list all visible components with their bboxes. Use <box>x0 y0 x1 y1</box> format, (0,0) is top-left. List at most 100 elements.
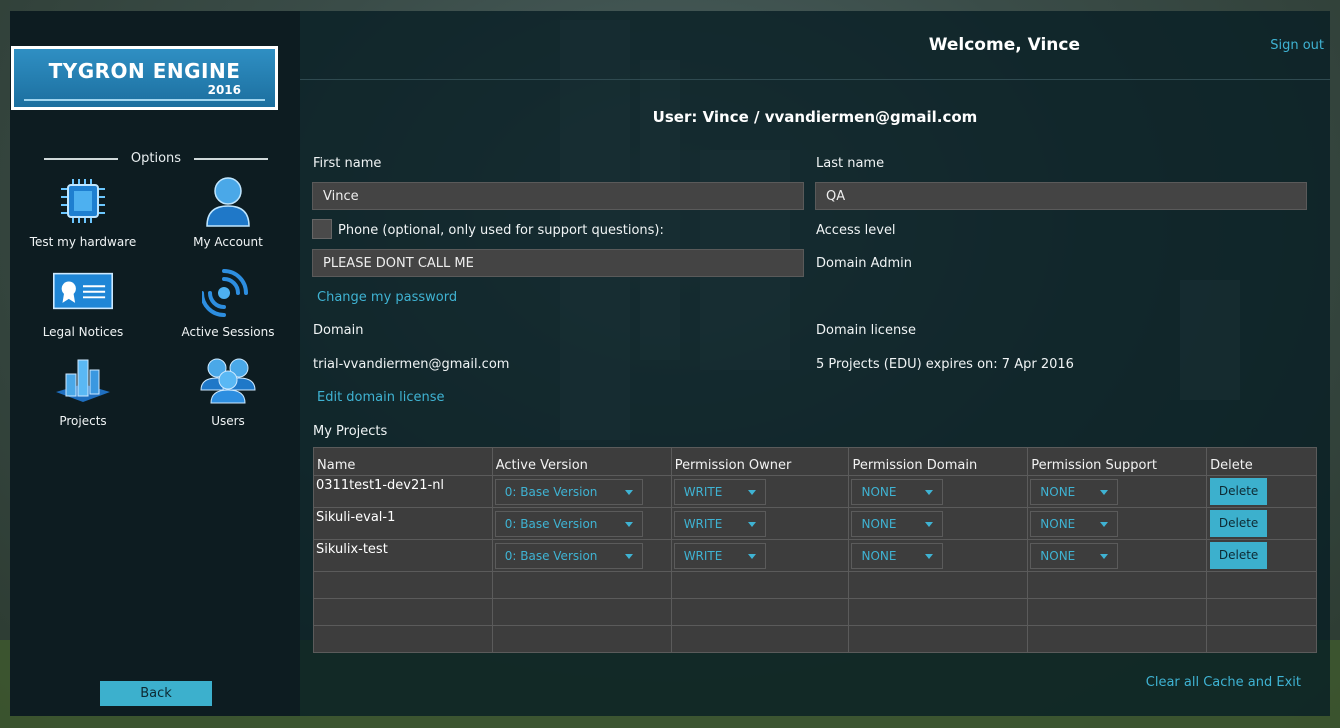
delete-button[interactable]: Delete <box>1210 478 1268 505</box>
welcome-title: Welcome, Vince <box>928 35 1080 55</box>
column-header[interactable]: Permission Owner <box>670 447 850 476</box>
table-row: Sikulix-test 0: Base Version WRITE NONE … <box>313 539 1317 572</box>
option-label: Legal Notices <box>42 325 124 339</box>
select-value: NONE <box>1040 517 1076 531</box>
option-label: Users <box>211 414 245 428</box>
domain-label: Domain <box>313 323 364 338</box>
active-version-select[interactable]: 0: Base Version <box>494 543 643 569</box>
select-value: NONE <box>861 549 897 563</box>
domain-license-label: Domain license <box>816 323 916 338</box>
permission-domain-select[interactable]: NONE <box>851 511 944 537</box>
phone-checkbox[interactable] <box>312 219 332 239</box>
domain-license-value: 5 Projects (EDU) expires on: 7 Apr 2016 <box>816 357 1074 372</box>
empty-row <box>313 571 1317 599</box>
option-my-account[interactable]: My Account <box>158 175 298 249</box>
project-name: Sikulix-test <box>313 539 493 572</box>
option-legal-notices[interactable]: Legal Notices <box>13 265 153 339</box>
project-name: 0311test1-dev21-nl <box>313 475 493 508</box>
phone-label: Phone (optional, only used for support q… <box>338 223 664 238</box>
permission-support-select[interactable]: NONE <box>1030 511 1119 537</box>
change-password-link[interactable]: Change my password <box>317 290 457 305</box>
column-header[interactable]: Name <box>313 447 493 476</box>
option-label: Test my hardware <box>29 235 137 249</box>
access-level-value: Domain Admin <box>816 256 913 271</box>
user-icon <box>198 175 258 227</box>
select-value: NONE <box>1040 549 1076 563</box>
delete-button[interactable]: Delete <box>1210 542 1268 569</box>
select-value: WRITE <box>683 485 723 499</box>
empty-row <box>313 598 1317 626</box>
chevron-down-icon <box>624 521 633 527</box>
active-version-select[interactable]: 0: Base Version <box>494 511 643 537</box>
chevron-down-icon <box>747 489 756 495</box>
first-name-label: First name <box>313 156 382 171</box>
option-test-hardware[interactable]: Test my hardware <box>13 175 153 249</box>
user-title: User: Vince / vvandiermen@gmail.com <box>652 108 978 126</box>
first-name-field[interactable]: Vince <box>312 182 804 210</box>
chevron-down-icon <box>925 489 934 495</box>
edit-domain-license-link[interactable]: Edit domain license <box>317 390 445 405</box>
column-header[interactable]: Delete <box>1206 447 1317 476</box>
permission-domain-select[interactable]: NONE <box>851 479 944 505</box>
last-name-field[interactable]: QA <box>815 182 1307 210</box>
clear-cache-exit-link[interactable]: Clear all Cache and Exit <box>1146 675 1301 690</box>
permission-owner-select[interactable]: WRITE <box>673 511 766 537</box>
option-projects[interactable]: Projects <box>13 354 153 428</box>
certificate-icon <box>53 265 113 317</box>
table-header-row: Name Active Version Permission Owner Per… <box>313 447 1317 476</box>
permission-support-select[interactable]: NONE <box>1030 543 1119 569</box>
options-title: Options <box>130 151 182 166</box>
chevron-down-icon <box>1100 553 1109 559</box>
chevron-down-icon <box>925 553 934 559</box>
select-value: 0: Base Version <box>504 517 598 531</box>
option-active-sessions[interactable]: Active Sessions <box>158 265 298 339</box>
permission-owner-select[interactable]: WRITE <box>673 479 766 505</box>
phone-field[interactable]: PLEASE DONT CALL ME <box>312 249 804 277</box>
chevron-down-icon <box>1100 521 1109 527</box>
chevron-down-icon <box>747 553 756 559</box>
chip-icon <box>53 175 113 227</box>
permission-support-select[interactable]: NONE <box>1030 479 1119 505</box>
chevron-down-icon <box>747 521 756 527</box>
column-header[interactable]: Active Version <box>491 447 672 476</box>
select-value: 0: Base Version <box>504 485 598 499</box>
chevron-down-icon <box>624 553 633 559</box>
city-icon <box>53 354 113 406</box>
column-header[interactable]: Permission Domain <box>848 447 1029 476</box>
option-label: Projects <box>59 414 107 428</box>
select-value: NONE <box>861 485 897 499</box>
projects-table: Name Active Version Permission Owner Per… <box>313 447 1317 653</box>
delete-button[interactable]: Delete <box>1210 510 1268 537</box>
select-value: 0: Base Version <box>504 549 598 563</box>
chevron-down-icon <box>1100 489 1109 495</box>
option-label: Active Sessions <box>181 325 275 339</box>
option-label: My Account <box>193 235 263 249</box>
back-button[interactable]: Back <box>100 681 212 706</box>
option-users[interactable]: Users <box>158 354 298 428</box>
empty-row <box>313 625 1317 653</box>
access-level-label: Access level <box>816 223 896 238</box>
select-value: WRITE <box>683 549 723 563</box>
tygron-logo: TYGRON ENGINE 2016 <box>11 46 278 110</box>
permission-owner-select[interactable]: WRITE <box>673 543 766 569</box>
active-version-select[interactable]: 0: Base Version <box>494 479 643 505</box>
select-value: WRITE <box>683 517 723 531</box>
chevron-down-icon <box>624 489 633 495</box>
logo-year: 2016 <box>207 83 241 97</box>
my-projects-title: My Projects <box>313 424 388 439</box>
select-value: NONE <box>1040 485 1076 499</box>
permission-domain-select[interactable]: NONE <box>851 543 944 569</box>
domain-value: trial-vvandiermen@gmail.com <box>313 357 510 372</box>
chevron-down-icon <box>925 521 934 527</box>
users-icon <box>198 354 258 406</box>
sign-out-link[interactable]: Sign out <box>1270 38 1324 53</box>
select-value: NONE <box>861 517 897 531</box>
table-row: 0311test1-dev21-nl 0: Base Version WRITE… <box>313 475 1317 508</box>
column-header[interactable]: Permission Support <box>1027 447 1208 476</box>
header-divider <box>300 79 1330 80</box>
signal-icon <box>198 265 258 317</box>
table-row: Sikuli-eval-1 0: Base Version WRITE NONE… <box>313 507 1317 540</box>
logo-title: TYGRON ENGINE <box>48 59 241 83</box>
options-header: Options <box>44 150 268 170</box>
last-name-label: Last name <box>816 156 885 171</box>
